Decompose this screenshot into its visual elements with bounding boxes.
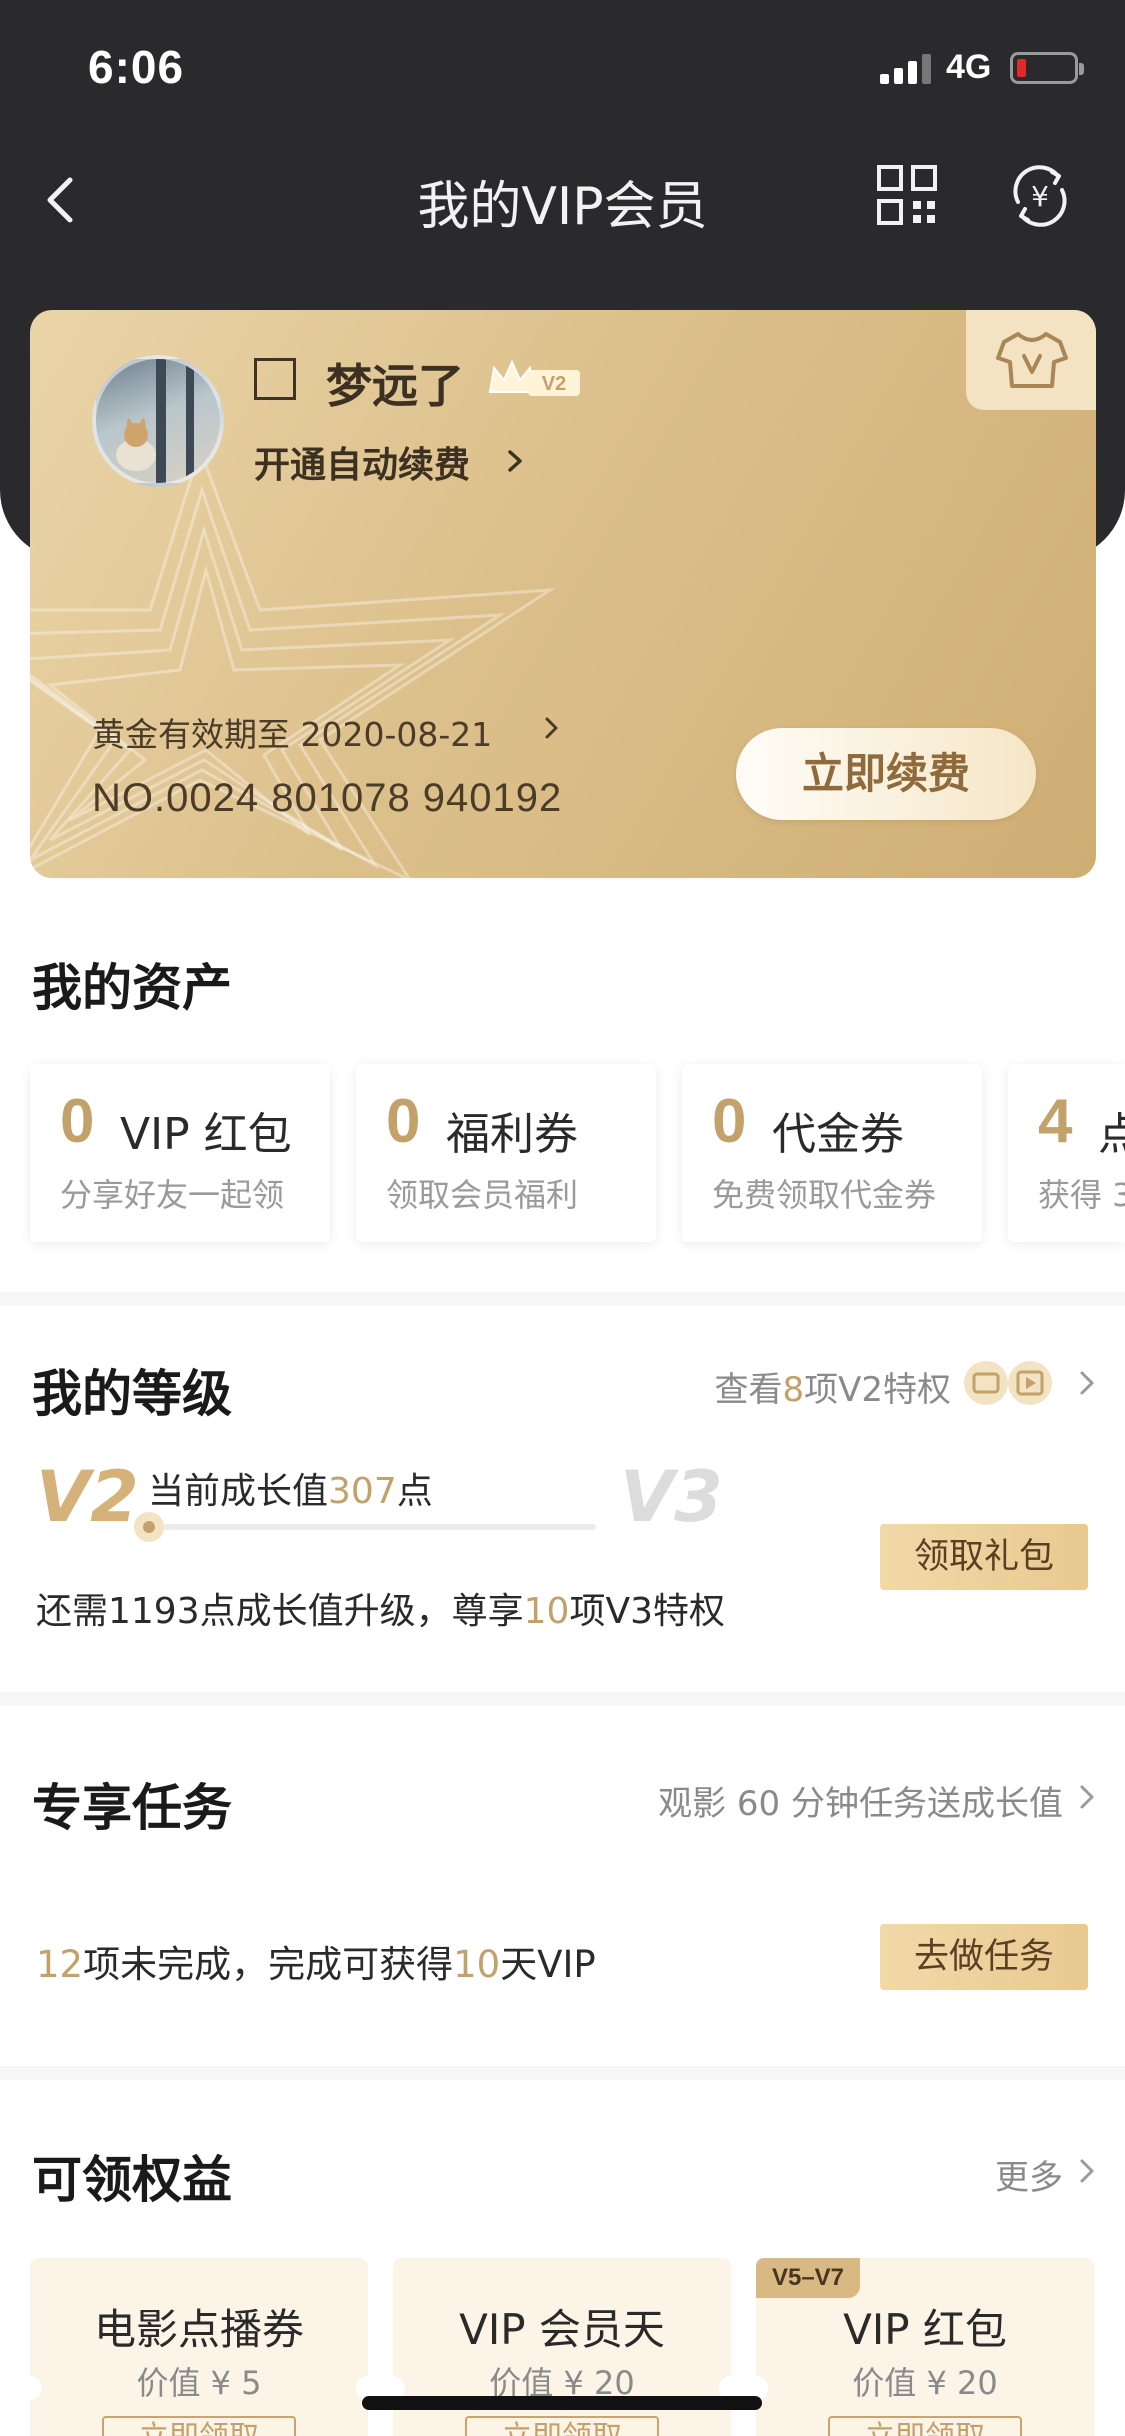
view-privileges-link[interactable]: 查看8项V2特权 — [714, 1362, 951, 1411]
status-bar: 6:06 4G — [0, 0, 1125, 135]
select-checkbox[interactable] — [254, 358, 296, 400]
asset-desc: 获得 3 — [1038, 1176, 1125, 1214]
renew-now-button[interactable]: 立即续费 — [736, 728, 1036, 820]
current-level-label: V2 — [36, 1456, 139, 1538]
assets-list: 0 VIP 红包 分享好友一起领 0 福利券 领取会员福利 0 代金券 免费领取… — [30, 1064, 1125, 1244]
benefit-name: VIP 会员天 — [459, 2305, 665, 2354]
asset-name: 福利券 — [446, 1109, 578, 1160]
claim-benefit-button[interactable]: 立即领取 — [102, 2416, 296, 2436]
network-type: 4G — [946, 48, 992, 86]
do-task-button[interactable]: 去做任务 — [880, 1924, 1088, 1990]
upgrade-requirement-text: 还需1193点成长值升级，尊享10项V3特权 — [36, 1591, 725, 1632]
svg-text:V2: V2 — [542, 373, 566, 395]
asset-voucher[interactable]: 0 代金券 免费领取代金券 — [682, 1064, 982, 1242]
tasks-title: 专享任务 — [32, 1779, 232, 1837]
chevron-right-icon[interactable] — [1077, 1368, 1097, 1398]
qr-code-icon[interactable] — [876, 164, 938, 226]
tier-tag: V5–V7 — [756, 2258, 860, 2298]
growth-value-text: 当前成长值307点 — [148, 1471, 433, 1512]
expire-date[interactable]: 黄金有效期至 2020-08-21 — [92, 708, 492, 756]
asset-desc: 领取会员福利 — [386, 1176, 579, 1214]
user-name: 梦远了 — [326, 359, 464, 413]
level-progress-bar — [148, 1524, 596, 1530]
asset-name: 点 — [1098, 1109, 1125, 1160]
page-title: 我的VIP会员 — [417, 177, 708, 237]
claim-benefit-button[interactable]: 立即领取 — [828, 2416, 1022, 2436]
vip-card: 梦远了 V2 开通自动续费 黄金有效期至 2020-08-21 NO.0024 … — [30, 310, 1096, 878]
section-divider — [0, 1692, 1125, 1706]
asset-desc: 分享好友一起领 — [60, 1176, 285, 1214]
user-avatar[interactable] — [92, 355, 224, 487]
chevron-right-icon[interactable] — [1077, 2156, 1097, 2186]
status-time: 6:06 — [88, 41, 185, 93]
benefit-card-vip-redpacket[interactable]: V5–V7 VIP 红包 价值 ¥ 20 立即领取 — [756, 2258, 1094, 2436]
progress-marker — [134, 1512, 164, 1542]
task-status-text: 12项未完成，完成可获得10天VIP — [36, 1943, 596, 1986]
claim-benefit-button[interactable]: 立即领取 — [465, 2416, 659, 2436]
currency-exchange-icon[interactable]: ¥ — [1006, 162, 1074, 230]
claim-gift-button[interactable]: 领取礼包 — [880, 1524, 1088, 1590]
more-benefits-link[interactable]: 更多 — [995, 2150, 1063, 2199]
svg-text:¥: ¥ — [1031, 180, 1049, 213]
task-promo-link[interactable]: 观影 60 分钟任务送成长值 — [658, 1776, 1063, 1825]
chevron-right-icon — [545, 717, 558, 739]
benefits-title: 可领权益 — [32, 2151, 232, 2209]
chevron-right-icon[interactable] — [1077, 1782, 1097, 1812]
chevron-right-icon — [508, 450, 522, 472]
asset-name: 代金券 — [772, 1109, 904, 1160]
benefit-value: 价值 ¥ 20 — [852, 2364, 998, 2402]
asset-name: VIP 红包 — [120, 1109, 292, 1160]
home-indicator — [362, 2396, 762, 2410]
asset-vip-redpacket[interactable]: 0 VIP 红包 分享好友一起领 — [30, 1064, 330, 1242]
battery-icon — [1010, 52, 1084, 84]
asset-count: 4 — [1038, 1087, 1073, 1156]
assets-title: 我的资产 — [32, 959, 232, 1017]
benefit-name: VIP 红包 — [843, 2305, 1007, 2354]
asset-welfare-coupon[interactable]: 0 福利券 领取会员福利 — [356, 1064, 656, 1242]
next-level-label: V3 — [620, 1456, 723, 1538]
dress-up-tab[interactable] — [966, 310, 1096, 410]
nav-bar: 我的VIP会员 ¥ — [0, 140, 1125, 250]
benefit-value: 价值 ¥ 5 — [136, 2364, 262, 2402]
asset-desc: 免费领取代金券 — [712, 1176, 937, 1214]
asset-count: 0 — [60, 1087, 95, 1156]
level-title: 我的等级 — [32, 1365, 232, 1423]
benefit-card-movie-ticket[interactable]: 电影点播券 价值 ¥ 5 立即领取 — [30, 2258, 368, 2436]
asset-count: 0 — [386, 1087, 421, 1156]
asset-count: 0 — [712, 1087, 747, 1156]
privilege-icons — [964, 1361, 1052, 1405]
section-divider — [0, 2066, 1125, 2080]
signal-icon — [880, 54, 931, 84]
auto-renew-link[interactable]: 开通自动续费 — [254, 436, 470, 488]
asset-points[interactable]: 4 点 获得 3 — [1008, 1064, 1125, 1242]
benefit-name: 电影点播券 — [93, 2305, 304, 2354]
card-number: NO.0024 801078 940192 — [92, 776, 563, 820]
section-divider — [0, 1292, 1125, 1306]
shirt-icon — [996, 332, 1068, 388]
vip-level-badge-icon: V2 — [488, 359, 580, 396]
